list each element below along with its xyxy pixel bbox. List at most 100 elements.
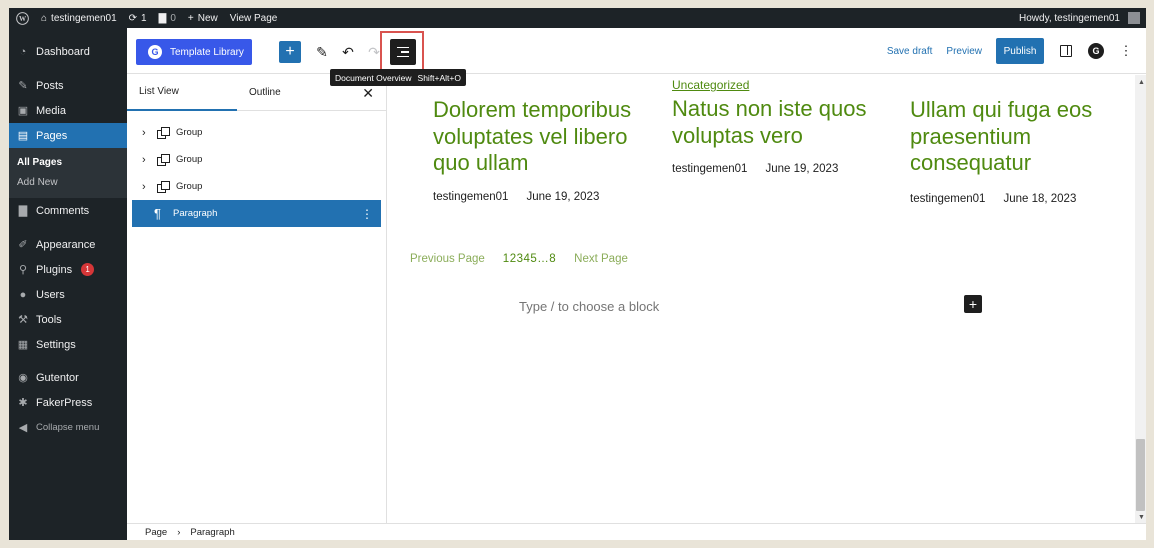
settings-icon: ▦ xyxy=(17,339,29,351)
sidebar-item-users[interactable]: ● Users xyxy=(9,282,127,307)
pages-submenu: All Pages Add New xyxy=(9,148,127,198)
list-item-group[interactable]: › Group xyxy=(132,173,381,200)
view-page-label: View Page xyxy=(229,12,278,24)
view-page-link[interactable]: View Page xyxy=(224,8,284,28)
chevron-right-icon: › xyxy=(177,526,181,538)
collapse-icon: ◀ xyxy=(18,422,28,434)
group-block-icon xyxy=(157,180,170,193)
submenu-all-pages[interactable]: All Pages xyxy=(9,152,127,172)
wordpress-logo-icon[interactable]: W xyxy=(9,8,35,28)
post-title-link[interactable]: Ullam qui fuga eos praesentium consequat… xyxy=(910,97,1110,177)
fakerpress-icon: ✱ xyxy=(18,397,28,409)
sidebar-item-label: Dashboard xyxy=(36,45,90,58)
post-title-link[interactable]: Dolorem temporibus voluptates vel libero… xyxy=(433,97,633,177)
block-inserter-button[interactable]: + xyxy=(279,41,301,63)
gutentor-button[interactable]: G xyxy=(1088,43,1104,59)
document-overview-button[interactable] xyxy=(390,39,416,65)
post-meta: testingemen01 June 18, 2023 xyxy=(910,193,1110,205)
group-block-icon xyxy=(157,153,170,166)
list-item-group[interactable]: › Group xyxy=(132,146,381,173)
chevron-right-icon[interactable]: › xyxy=(142,154,150,166)
sidebar-item-label: Pages xyxy=(36,129,68,142)
post-date[interactable]: June 18, 2023 xyxy=(1003,193,1076,205)
template-library-button[interactable]: G Template Library xyxy=(136,39,252,65)
pencil-icon: ✎ xyxy=(316,43,328,60)
updates-count: 1 xyxy=(141,12,147,24)
my-account-link[interactable]: Howdy, testingemen01 xyxy=(1013,8,1146,28)
new-label: New xyxy=(197,12,218,24)
group-block-icon xyxy=(157,126,170,139)
sidebar-item-tools[interactable]: ⚒ Tools xyxy=(9,307,127,332)
previous-page-link[interactable]: Previous Page xyxy=(410,253,485,265)
post-author[interactable]: testingemen01 xyxy=(672,163,747,175)
comments-link[interactable]: ▇ 0 xyxy=(153,8,182,28)
block-placeholder-input[interactable]: Type / to choose a block xyxy=(519,299,659,314)
post-title-link[interactable]: Natus non iste quos voluptas vero xyxy=(672,96,872,149)
canvas-scrollbar[interactable]: ▲ ▼ xyxy=(1135,75,1146,523)
dashboard-icon: ◔ xyxy=(19,45,27,58)
document-overview-tooltip: Document Overview Shift+Alt+O xyxy=(330,69,466,86)
scroll-down-arrow-icon[interactable]: ▼ xyxy=(1138,514,1145,521)
header-actions: Save draft Preview Publish G ⋮ xyxy=(887,28,1146,74)
avatar xyxy=(1128,12,1140,24)
pages-icon: ▤ xyxy=(17,130,29,142)
sidebar-item-gutentor[interactable]: ◉ Gutentor xyxy=(9,365,127,390)
save-draft-button[interactable]: Save draft xyxy=(887,46,933,57)
post-date[interactable]: June 19, 2023 xyxy=(765,163,838,175)
scroll-up-arrow-icon[interactable]: ▲ xyxy=(1138,79,1145,86)
sidebar-item-pages[interactable]: ▤ Pages xyxy=(9,123,127,148)
gutentor-g-icon: G xyxy=(148,45,162,59)
comment-bubble-icon: ▇ xyxy=(158,12,167,24)
chevron-right-icon[interactable]: › xyxy=(142,181,150,193)
howdy-label: Howdy, testingemen01 xyxy=(1019,12,1120,24)
options-menu-button[interactable]: ⋮ xyxy=(1118,43,1134,59)
undo-button[interactable]: ↶ xyxy=(337,41,359,63)
updates-link[interactable]: ⟳ 1 xyxy=(123,8,153,28)
plus-icon: + xyxy=(968,296,978,312)
list-item-paragraph[interactable]: ¶ Paragraph ⋮ xyxy=(132,200,381,227)
post-category-link[interactable]: Uncategorized xyxy=(672,78,872,92)
sidebar-item-settings[interactable]: ▦ Settings xyxy=(9,332,127,357)
list-item-label: Group xyxy=(176,127,203,138)
page-numbers[interactable]: 12345…8 xyxy=(503,253,556,265)
tools-button[interactable]: ✎ xyxy=(311,41,333,63)
sidebar-item-plugins[interactable]: ⚲ Plugins 1 xyxy=(9,257,127,282)
post-card: Uncategorized Natus non iste quos volupt… xyxy=(672,78,872,175)
site-name-label: testingemen01 xyxy=(51,12,117,24)
media-icon: ▣ xyxy=(17,105,29,117)
publish-button[interactable]: Publish xyxy=(996,38,1044,64)
document-overview-panel: List View Outline ✕ › Group › Group › Gr… xyxy=(127,75,387,523)
undo-icon: ↶ xyxy=(342,43,354,60)
redo-icon: ↷ xyxy=(368,43,380,60)
breadcrumb-paragraph[interactable]: Paragraph xyxy=(190,527,234,538)
sidebar-item-dashboard[interactable]: ◔ Dashboard xyxy=(9,39,127,64)
plus-icon: + xyxy=(187,12,194,24)
gutentor-g-icon: G xyxy=(1088,43,1104,59)
list-item-label: Group xyxy=(176,181,203,192)
submenu-add-new[interactable]: Add New xyxy=(9,172,127,192)
sidebar-item-comments[interactable]: ▇ Comments xyxy=(9,198,127,223)
tab-list-view[interactable]: List View xyxy=(127,75,237,111)
preview-button[interactable]: Preview xyxy=(946,46,982,57)
settings-panel-button[interactable] xyxy=(1058,43,1074,59)
list-item-group[interactable]: › Group xyxy=(132,119,381,146)
breadcrumb-page[interactable]: Page xyxy=(145,527,167,538)
sidebar-item-fakerpress[interactable]: ✱ FakerPress xyxy=(9,390,127,415)
next-page-link[interactable]: Next Page xyxy=(574,253,628,265)
site-name-link[interactable]: ⌂ testingemen01 xyxy=(35,8,123,28)
sidebar-item-media[interactable]: ▣ Media xyxy=(9,98,127,123)
post-author[interactable]: testingemen01 xyxy=(910,193,985,205)
more-vertical-icon: ⋮ xyxy=(1119,43,1133,58)
post-author[interactable]: testingemen01 xyxy=(433,191,508,203)
post-date[interactable]: June 19, 2023 xyxy=(526,191,599,203)
add-block-button[interactable]: + xyxy=(964,295,982,313)
new-content-link[interactable]: + New xyxy=(182,8,224,28)
close-icon[interactable]: ✕ xyxy=(362,85,374,102)
scrollbar-thumb[interactable] xyxy=(1136,439,1145,511)
more-vertical-icon[interactable]: ⋮ xyxy=(361,207,381,221)
collapse-menu-button[interactable]: ◀ Collapse menu xyxy=(9,415,127,440)
sidebar-item-posts[interactable]: ✎ Posts xyxy=(9,73,127,98)
sidebar-item-appearance[interactable]: ✐ Appearance xyxy=(9,232,127,257)
chevron-right-icon[interactable]: › xyxy=(142,127,150,139)
tooltip-shortcut: Shift+Alt+O xyxy=(417,72,461,83)
